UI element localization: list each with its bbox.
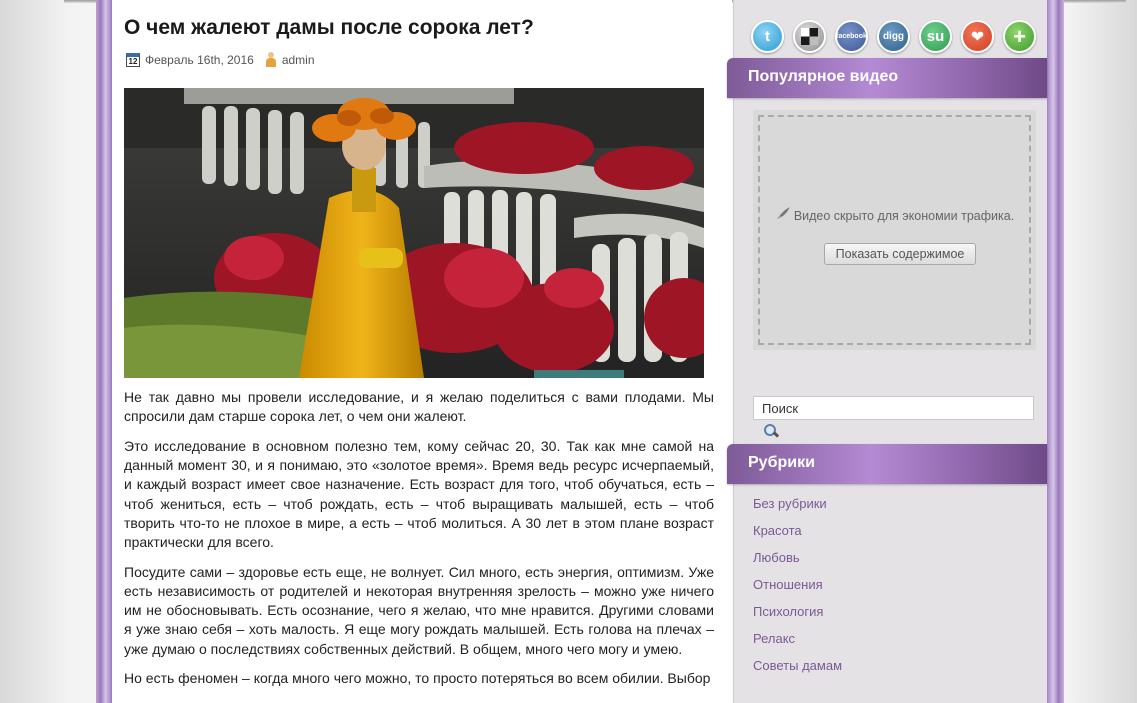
post-date: Февраль 16th, 2016 bbox=[145, 52, 254, 67]
plus-icon[interactable]: + bbox=[1003, 20, 1036, 53]
stumbleupon-icon[interactable]: su bbox=[919, 20, 952, 53]
widget-header-categories: Рубрики bbox=[727, 444, 1047, 484]
search-input[interactable] bbox=[753, 396, 1034, 420]
post-paragraph-4: Но есть феномен – когда много чего можно… bbox=[124, 670, 711, 687]
post-title[interactable]: О чем жалеют дамы после сорока лет? bbox=[124, 16, 534, 40]
widget-header-video: Популярное видео bbox=[727, 58, 1047, 98]
digg-icon[interactable]: digg bbox=[877, 20, 910, 53]
search-handle bbox=[772, 431, 780, 438]
facebook-icon[interactable]: facebook bbox=[835, 20, 868, 53]
post-body: Не так давно мы провели исследование, и … bbox=[124, 388, 714, 699]
show-content-button[interactable]: Показать содержимое bbox=[824, 243, 976, 265]
category-link[interactable]: Без рубрики bbox=[753, 494, 842, 521]
twitter-icon[interactable]: t bbox=[751, 20, 784, 53]
categories-list: Без рубрики Красота Любовь Отношения Пси… bbox=[753, 494, 842, 683]
category-link[interactable]: Психология bbox=[753, 602, 842, 629]
post-meta: 12 Февраль 16th, 2016 admin bbox=[126, 52, 315, 67]
post-paragraph-3: Посудите сами – здоровье есть еще, не во… bbox=[124, 563, 714, 657]
social-buttons: t facebook digg su ❤ + bbox=[751, 20, 1036, 53]
video-placeholder-border: Видео скрыто для экономии трафика. Показ… bbox=[758, 115, 1031, 345]
video-hidden-text: Видео скрыто для экономии трафика. bbox=[793, 209, 1015, 223]
video-placeholder: Видео скрыто для экономии трафика. Показ… bbox=[753, 110, 1036, 350]
page-frame-right bbox=[1046, 0, 1064, 703]
heart-icon[interactable]: ❤ bbox=[961, 20, 994, 53]
category-link[interactable]: Релакс bbox=[753, 629, 842, 656]
category-link[interactable]: Отношения bbox=[753, 575, 842, 602]
video-hidden-message: Видео скрыто для экономии трафика. bbox=[760, 206, 1029, 224]
author-icon bbox=[265, 52, 277, 67]
category-link[interactable]: Любовь bbox=[753, 548, 842, 575]
widget-title-video: Популярное видео bbox=[748, 68, 899, 85]
post-image bbox=[124, 88, 704, 378]
calendar-icon: 12 bbox=[126, 52, 140, 67]
delicious-icon[interactable] bbox=[793, 20, 826, 53]
widget-title-categories: Рубрики bbox=[748, 454, 815, 471]
post-paragraph-2: Это исследование в основном полезно тем,… bbox=[124, 438, 714, 551]
post-paragraph-1: Не так давно мы провели исследование, и … bbox=[124, 389, 714, 425]
search-icon[interactable] bbox=[762, 423, 780, 440]
category-link[interactable]: Красота bbox=[753, 521, 842, 548]
rocket-icon bbox=[775, 206, 791, 224]
post-author[interactable]: admin bbox=[282, 53, 315, 67]
page-frame-left bbox=[96, 0, 112, 703]
category-link[interactable]: Советы дамам bbox=[753, 656, 842, 683]
